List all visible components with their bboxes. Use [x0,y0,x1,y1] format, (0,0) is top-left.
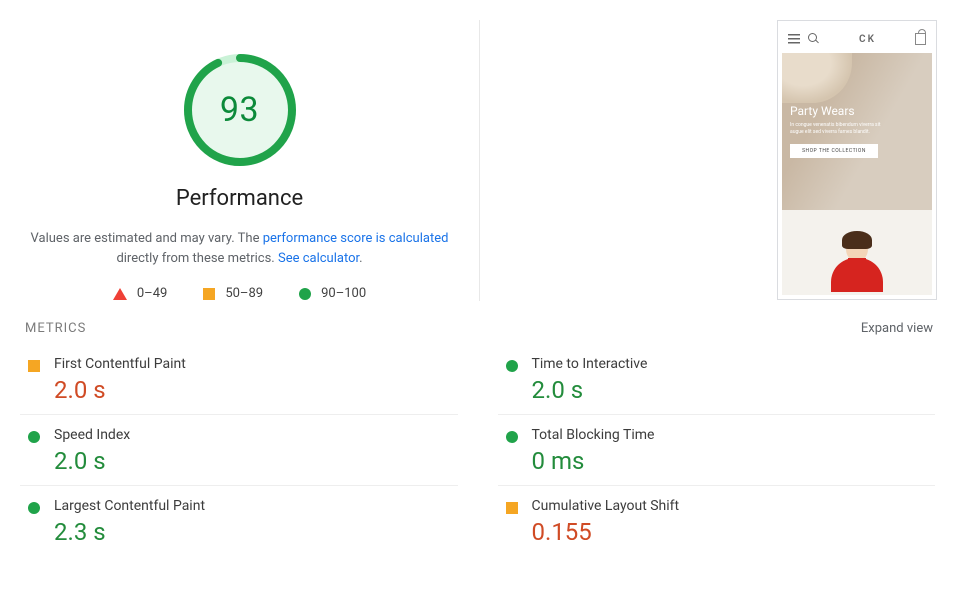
metric-name: First Contentful Paint [54,356,186,372]
desc-text-2: directly from these metrics. [116,251,278,266]
legend-fail-label: 0–49 [137,286,167,301]
legend-fail: 0–49 [113,286,167,301]
metric-value: 0 ms [532,447,655,475]
search-icon [808,33,820,45]
metric-row: Time to Interactive 2.0 s [498,344,936,414]
metric-name: Cumulative Layout Shift [532,498,680,514]
metric-name: Largest Contentful Paint [54,498,205,514]
score-description: Values are estimated and may vary. The p… [30,229,450,268]
mock-heading: Party Wears [790,104,924,118]
triangle-icon [113,288,127,300]
score-panel: 93 Performance Values are estimated and … [0,20,480,301]
metrics-header: METRICS Expand view [0,309,955,344]
metric-value: 2.0 s [532,376,648,404]
metrics-grid: First Contentful Paint2.0 sTime to Inter… [0,344,955,556]
metric-row: First Contentful Paint 2.0 s [20,344,458,414]
mock-figure-1 [782,53,852,103]
metric-row: Total Blocking Time 0 ms [498,414,936,485]
square-icon [506,502,518,514]
square-icon [28,360,40,372]
metric-name: Speed Index [54,427,130,443]
mock-collar [848,258,866,270]
metrics-title: METRICS [25,321,86,336]
mock-figure-2 [827,235,887,295]
bag-icon [915,33,926,45]
circle-icon [506,431,518,443]
circle-icon [506,360,518,372]
mock-cta: SHOP THE COLLECTION [790,144,878,158]
mock-subtext: In congue venenatis bibendum viverra sit… [790,122,890,136]
legend-pass: 90–100 [299,286,366,301]
gauge-label: Performance [176,186,303,211]
circle-icon [28,431,40,443]
metric-value: 2.0 s [54,447,130,475]
circle-icon [28,502,40,514]
hamburger-icon [788,34,800,44]
see-calculator-link[interactable]: See calculator [278,251,359,266]
metric-value: 2.3 s [54,518,205,546]
legend-avg-label: 50–89 [225,286,263,301]
mock-sweater [831,258,883,292]
mock-hero-2 [782,210,932,295]
desc-text: Values are estimated and may vary. The [31,231,263,246]
mock-hair [842,231,872,249]
metric-row: Cumulative Layout Shift 0.155 [498,485,936,556]
mock-logo: CK [828,34,907,45]
legend-pass-label: 90–100 [321,286,366,301]
mock-header: CK [782,25,932,53]
page-screenshot: CK Party Wears In congue venenatis biben… [777,20,937,300]
summary-section: 93 Performance Values are estimated and … [0,0,955,301]
square-icon [203,288,215,300]
legend-avg: 50–89 [203,286,263,301]
phone-mock: CK Party Wears In congue venenatis biben… [782,25,932,295]
metric-value: 2.0 s [54,376,186,404]
expand-view-button[interactable]: Expand view [861,321,933,336]
circle-icon [299,288,311,300]
score-legend: 0–49 50–89 90–100 [113,286,366,301]
mock-hero-1: Party Wears In congue venenatis bibendum… [782,53,932,210]
metric-row: Largest Contentful Paint 2.3 s [20,485,458,556]
gauge-score: 93 [180,50,300,170]
performance-gauge: 93 [180,50,300,170]
score-calc-link[interactable]: performance score is calculated [263,231,449,246]
metric-name: Total Blocking Time [532,427,655,443]
metric-value: 0.155 [532,518,680,546]
metric-row: Speed Index 2.0 s [20,414,458,485]
metric-name: Time to Interactive [532,356,648,372]
